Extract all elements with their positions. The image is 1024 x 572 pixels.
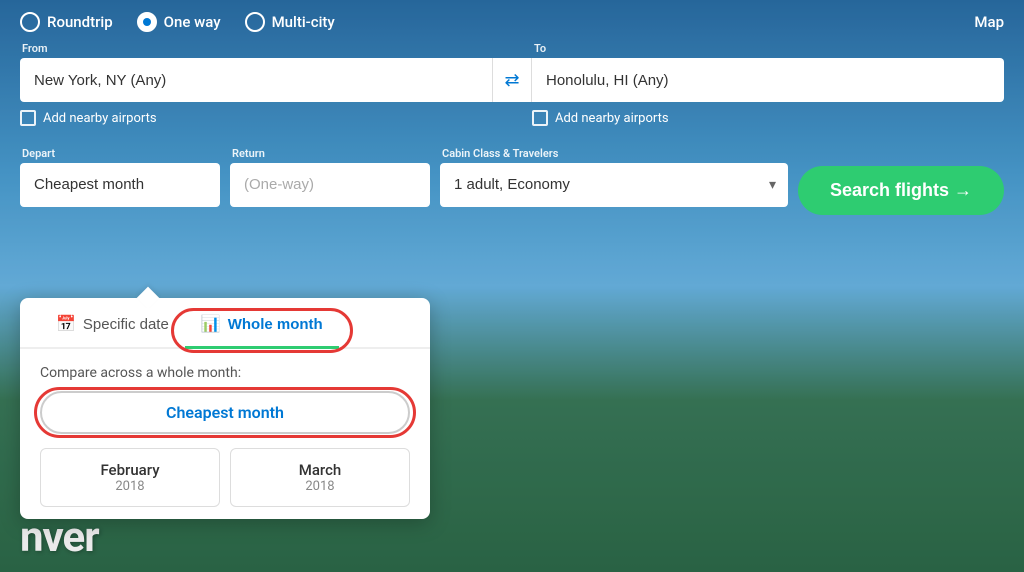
nearby-to-label[interactable]: Add nearby airports [532,110,1004,126]
whole-month-tab-wrapper: 📊 Whole month [185,314,339,347]
multicity-radio [245,12,265,32]
nearby-to-checkbox [532,110,548,126]
oneway-option[interactable]: One way [137,12,221,32]
multicity-option[interactable]: Multi-city [245,12,335,32]
february-card[interactable]: February 2018 [40,448,220,507]
date-dropdown: 📅 Specific date 📊 Whole month Compare ac… [20,298,430,519]
bar-chart-icon: 📊 [201,314,221,334]
map-link[interactable]: Map [974,13,1004,31]
nearby-from-text: Add nearby airports [43,111,157,126]
depart-group: Depart [20,147,220,207]
multicity-label: Multi-city [272,13,335,31]
whole-month-label: Whole month [228,316,323,333]
cheapest-month-button-label: Cheapest month [166,403,284,422]
nearby-to-group: Add nearby airports [532,110,1004,126]
from-input[interactable] [20,58,492,102]
cheapest-month-button[interactable]: Cheapest month [40,391,410,434]
cabin-select[interactable]: 1 adult, Economy [440,163,788,207]
nearby-from-group: Add nearby airports [20,110,492,126]
depart-input[interactable] [20,163,220,207]
compare-text: Compare across a whole month: [20,365,430,391]
roundtrip-label: Roundtrip [47,13,113,31]
from-label: From [20,42,492,55]
trip-type-options: Roundtrip One way Multi-city [20,12,335,32]
february-year: 2018 [51,479,209,494]
main-content: Roundtrip One way Multi-city Map From ⇄ … [0,0,1024,215]
march-name: March [241,461,399,479]
from-group: From [20,42,492,102]
nearby-to-text: Add nearby airports [555,111,669,126]
return-group: Return [230,147,430,207]
march-card[interactable]: March 2018 [230,448,410,507]
nearby-from-label[interactable]: Add nearby airports [20,110,492,126]
return-input[interactable] [230,163,430,207]
depart-label: Depart [20,147,220,160]
search-flights-button[interactable]: Search flights → [798,166,1004,215]
cabin-select-wrapper: 1 adult, Economy ▾ [440,163,788,207]
roundtrip-option[interactable]: Roundtrip [20,12,113,32]
to-input[interactable] [532,58,1004,102]
nearby-row: Add nearby airports Add nearby airports [20,110,1004,126]
whole-month-tab[interactable]: 📊 Whole month [185,314,339,349]
top-row: Roundtrip One way Multi-city Map [20,12,1004,32]
march-year: 2018 [241,479,399,494]
swap-icon: ⇄ [504,70,519,91]
to-label: To [532,42,1004,55]
february-name: February [51,461,209,479]
calendar-icon: 📅 [56,314,76,334]
months-grid: February 2018 March 2018 [20,448,430,507]
cabin-label: Cabin Class & Travelers [440,147,788,160]
search-row: Depart Return Cabin Class & Travelers 1 … [20,138,1004,215]
return-label: Return [230,147,430,160]
specific-date-tab[interactable]: 📅 Specific date [40,314,185,349]
roundtrip-radio [20,12,40,32]
from-to-row: From ⇄ To [20,42,1004,102]
to-group: To [532,42,1004,102]
date-tab-row: 📅 Specific date 📊 Whole month [20,298,430,349]
cabin-group: Cabin Class & Travelers 1 adult, Economy… [440,147,788,207]
specific-date-label: Specific date [83,316,169,333]
oneway-radio [137,12,157,32]
oneway-label: One way [164,13,221,31]
swap-button[interactable]: ⇄ [492,58,532,102]
nearby-from-checkbox [20,110,36,126]
